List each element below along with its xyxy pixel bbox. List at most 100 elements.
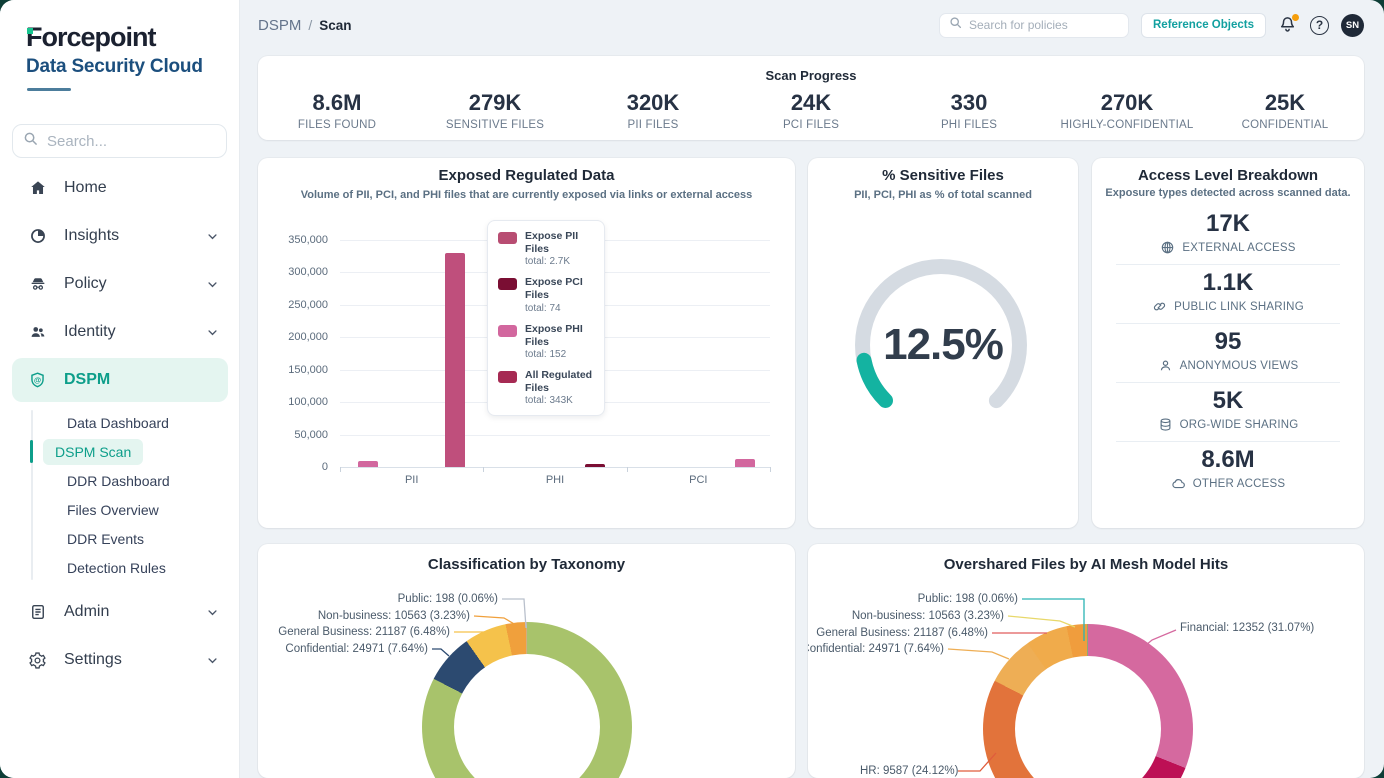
insights-icon	[28, 227, 47, 246]
sidebar-search-input[interactable]	[47, 133, 197, 150]
scan-progress-title: Scan Progress	[258, 68, 1364, 83]
sidebar-search[interactable]	[12, 124, 227, 158]
donut-callout: Public: 198 (0.06%)	[398, 593, 498, 605]
breadcrumb-separator: /	[308, 17, 312, 33]
scan-stat: 24KPCI FILES	[732, 90, 890, 131]
settings-icon	[28, 651, 47, 670]
legend-swatch	[498, 371, 517, 383]
donut-callout: Non-business: 10563 (3.23%)	[318, 610, 470, 622]
avatar[interactable]: SN	[1341, 14, 1364, 37]
chevron-down-icon[interactable]	[205, 605, 220, 620]
legend-label: Expose PCI Files	[525, 276, 594, 302]
sidebar-subitem-ddr-dashboard[interactable]: DDR Dashboard	[0, 466, 240, 495]
subitem-label: Data Dashboard	[55, 410, 181, 436]
stat-label: PHI FILES	[890, 119, 1048, 131]
stat-value: 24K	[732, 90, 890, 116]
admin-icon	[28, 603, 47, 622]
forcepoint-logo: Forcepoint	[26, 22, 156, 53]
sidebar-item-home[interactable]: Home	[0, 164, 240, 212]
x-axis-label: PII	[372, 474, 452, 486]
overshared-files-card: Overshared Files by AI Mesh Model Hits P…	[808, 544, 1364, 778]
sidebar-item-settings[interactable]: Settings	[0, 636, 240, 684]
stat-value: 25K	[1206, 90, 1364, 116]
taxonomy-donut	[422, 622, 632, 778]
breadcrumb-parent[interactable]: DSPM	[258, 17, 301, 34]
legend-swatch	[498, 278, 517, 290]
legend-swatch	[498, 232, 517, 244]
access-rows: 17KEXTERNAL ACCESS1.1KPUBLIC LINK SHARIN…	[1092, 206, 1364, 500]
access-label: EXTERNAL ACCESS	[1182, 242, 1295, 254]
sidebar-subitem-dspm-scan[interactable]: DSPM Scan	[0, 437, 240, 466]
bar	[735, 459, 755, 467]
sidebar-nav: Home Insights Policy Identity @ DSPM Data Dash…	[0, 164, 240, 684]
sidebar-item-policy[interactable]: Policy	[0, 260, 240, 308]
sensitive-files-gauge-card: % Sensitive Files PII, PCI, PHI as % of …	[808, 158, 1078, 528]
stat-value: 8.6M	[258, 90, 416, 116]
sidebar-item-insights[interactable]: Insights	[0, 212, 240, 260]
breadcrumb: DSPM / Scan	[258, 17, 352, 34]
legend-total: total: 2.7K	[525, 256, 594, 267]
y-axis-tick: 0	[258, 461, 328, 473]
legend-swatch	[498, 325, 517, 337]
access-subtitle: Exposure types detected across scanned d…	[1092, 187, 1364, 199]
stat-value: 279K	[416, 90, 574, 116]
policy-search[interactable]	[939, 13, 1129, 38]
reference-objects-button[interactable]: Reference Objects	[1141, 13, 1266, 38]
scan-stat: 8.6MFILES FOUND	[258, 90, 416, 131]
sidebar-item-admin[interactable]: Admin	[0, 588, 240, 636]
globe-icon	[1160, 240, 1175, 255]
taxonomy-title: Classification by Taxonomy	[258, 556, 795, 573]
notifications-bell-icon[interactable]	[1278, 15, 1298, 35]
legend-item: Expose PII Filestotal: 2.7K	[498, 230, 594, 267]
chart-legend: Expose PII Filestotal: 2.7K Expose PCI Fi…	[487, 220, 605, 416]
donut-callout: HR: 9587 (24.12%)	[860, 765, 958, 777]
x-axis-label: PHI	[515, 474, 595, 486]
y-axis-tick: 100,000	[258, 396, 328, 408]
donut-callout: Financial: 12352 (31.07%)	[1180, 622, 1314, 634]
sidebar-subitem-detection-rules[interactable]: Detection Rules	[0, 553, 240, 582]
policy-icon	[28, 275, 47, 294]
exposed-regulated-data-card: Exposed Regulated Data Volume of PII, PC…	[258, 158, 795, 528]
y-axis-tick: 50,000	[258, 429, 328, 441]
chevron-down-icon[interactable]	[205, 277, 220, 292]
donut-callout: Confidential: 24971 (7.64%)	[808, 643, 944, 655]
sidebar-item-label: Policy	[64, 275, 107, 293]
stat-label: HIGHLY-CONFIDENTIAL	[1048, 119, 1206, 131]
dspm-icon: @	[28, 371, 47, 390]
sidebar-item-label: DSPM	[64, 371, 110, 389]
access-label: PUBLIC LINK SHARING	[1174, 301, 1304, 313]
main-area: DSPM / Scan Reference Objects ? SN Scan …	[240, 0, 1384, 778]
sidebar-item-identity[interactable]: Identity	[0, 308, 240, 356]
access-value: 17K	[1092, 210, 1364, 238]
search-icon	[23, 131, 38, 151]
chevron-down-icon[interactable]	[205, 653, 220, 668]
donut-callout: Non-business: 10563 (3.23%)	[852, 610, 1004, 622]
sidebar-subitem-data-dashboard[interactable]: Data Dashboard	[0, 408, 240, 437]
link-icon	[1152, 299, 1167, 314]
legend-total: total: 74	[525, 303, 594, 314]
topbar: DSPM / Scan Reference Objects ? SN	[240, 0, 1384, 50]
sidebar-subitem-files-overview[interactable]: Files Overview	[0, 495, 240, 524]
stat-value: 320K	[574, 90, 732, 116]
chart-title: Exposed Regulated Data	[258, 167, 795, 184]
access-label: OTHER ACCESS	[1193, 478, 1286, 490]
sidebar-item-dspm[interactable]: @ DSPM	[12, 358, 228, 402]
gauge-subtitle: PII, PCI, PHI as % of total scanned	[808, 189, 1078, 201]
access-value: 8.6M	[1092, 446, 1364, 474]
chevron-down-icon[interactable]	[205, 325, 220, 340]
sidebar-item-label: Insights	[64, 227, 119, 245]
donut-callout: General Business: 21187 (6.48%)	[816, 627, 988, 639]
scan-progress-card: Scan Progress 8.6MFILES FOUND279KSENSITI…	[258, 56, 1364, 140]
policy-search-input[interactable]	[969, 18, 1124, 32]
legend-label: Expose PII Files	[525, 230, 594, 256]
donut-callout: Public: 198 (0.06%)	[918, 593, 1018, 605]
legend-total: total: 343K	[525, 395, 594, 406]
help-icon[interactable]: ?	[1310, 16, 1329, 35]
chevron-down-icon[interactable]	[205, 229, 220, 244]
sidebar-subitem-ddr-events[interactable]: DDR Events	[0, 524, 240, 553]
donut-callout: General Business: 21187 (6.48%)	[278, 626, 450, 638]
sidebar: Forcepoint Data Security Cloud HomeInsig…	[0, 0, 240, 778]
access-row-external-access: 17K EXTERNAL ACCESS	[1092, 206, 1364, 264]
logo-underline	[27, 88, 71, 91]
search-icon	[949, 16, 962, 34]
